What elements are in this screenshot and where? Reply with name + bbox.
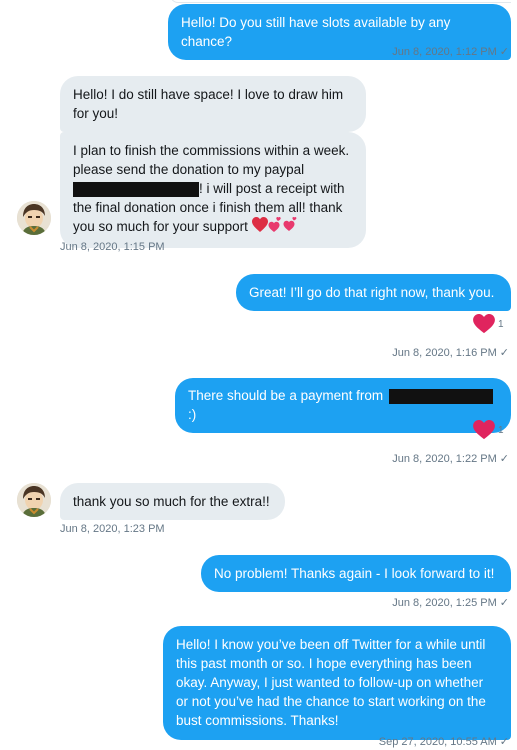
message-text: Hello! Do you still have slots available… [181,15,451,49]
check-icon: ✓ [499,347,509,359]
message-text: Great! I’ll go do that right now, thank … [249,285,495,300]
check-icon: ✓ [499,736,509,748]
message-text: No problem! Thanks again - I look forwar… [214,566,495,581]
reaction-count: 1 [498,424,504,436]
message-timestamp: Jun 8, 2020, 1:23 PM [60,522,165,536]
message-timestamp: Jun 8, 2020, 1:25 PM ✓ [392,596,509,610]
avatar[interactable] [17,201,51,235]
message-text: thank you so much for the extra!! [73,494,270,509]
heart-emoji-icon [251,217,298,238]
heart-icon [473,314,495,334]
avatar[interactable] [17,483,51,517]
quoted-tweet-edge [170,0,511,3]
timestamp-text: Jun 8, 2020, 1:15 PM [60,241,165,253]
heart-icon [473,420,495,440]
message-bubble-outgoing[interactable]: Hello! I know you’ve been off Twitter fo… [163,626,511,740]
message-text: Hello! I do still have space! I love to … [73,87,344,121]
timestamp-text: Jun 8, 2020, 1:12 PM [392,46,497,58]
message-text: I plan to finish the commissions within … [73,143,350,177]
message-bubble-outgoing[interactable]: No problem! Thanks again - I look forwar… [201,555,511,592]
timestamp-text: Jun 8, 2020, 1:22 PM [392,453,497,465]
message-bubble-incoming[interactable]: Hello! I do still have space! I love to … [60,76,366,132]
redacted-block [73,181,199,197]
message-text: Hello! I know you’ve been off Twitter fo… [176,637,486,728]
check-icon: ✓ [499,597,509,609]
timestamp-text: Jun 8, 2020, 1:16 PM [392,347,497,359]
check-icon: ✓ [499,453,509,465]
message-bubble-outgoing[interactable]: There should be a payment from :) [175,378,511,433]
message-text: :) [188,407,197,422]
message-bubble-outgoing[interactable]: Great! I’ll go do that right now, thank … [236,274,511,311]
timestamp-text: Jun 8, 2020, 1:25 PM [392,597,497,609]
message-text: There should be a payment from [188,388,384,403]
message-timestamp: Jun 8, 2020, 1:16 PM ✓ [392,346,509,360]
timestamp-text: Jun 8, 2020, 1:23 PM [60,523,165,535]
reaction[interactable]: 1 [473,314,504,334]
redacted-block [388,388,493,404]
timestamp-text: Sep 27, 2020, 10:55 AM [378,736,497,748]
reaction-count: 1 [498,318,504,330]
reaction[interactable]: 1 [473,420,504,440]
message-timestamp: Jun 8, 2020, 1:22 PM ✓ [392,452,509,466]
message-timestamp: Sep 27, 2020, 10:55 AM ✓ [379,735,509,749]
message-bubble-incoming[interactable]: I plan to finish the commissions within … [60,132,366,248]
check-icon: ✓ [499,46,509,58]
message-timestamp: Jun 8, 2020, 1:15 PM [60,240,165,254]
message-timestamp: Jun 8, 2020, 1:12 PM ✓ [392,45,509,59]
message-bubble-incoming[interactable]: thank you so much for the extra!! [60,483,285,520]
